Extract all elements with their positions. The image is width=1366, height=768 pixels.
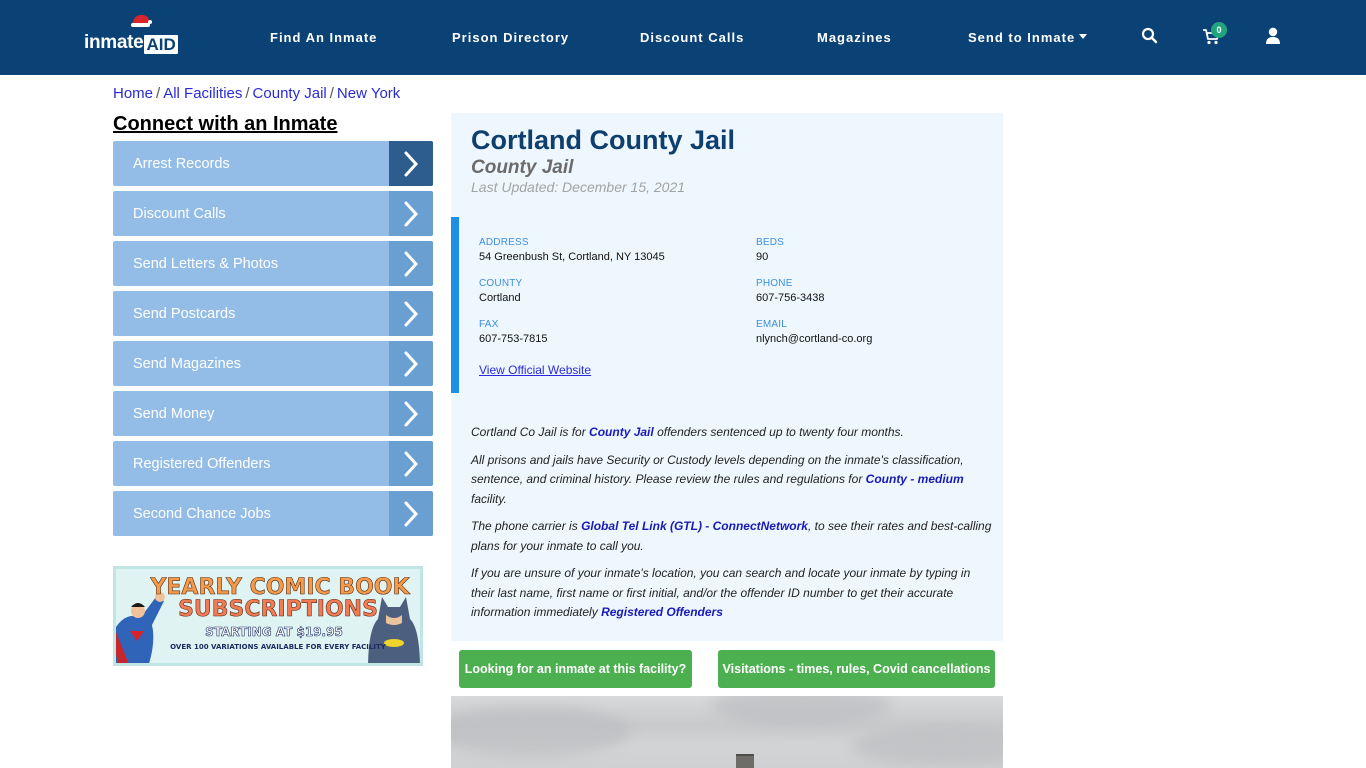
description-paragraph: If you are unsure of your inmate's locat… — [471, 564, 996, 623]
county-jail-link[interactable]: County Jail — [589, 425, 654, 439]
breadcrumb-home[interactable]: Home — [113, 85, 153, 102]
security-level-link[interactable]: County - medium — [866, 472, 964, 486]
chevron-right-icon — [389, 391, 433, 436]
breadcrumb-separator: / — [245, 85, 250, 102]
phone-label: PHONE — [756, 278, 793, 289]
sidebar-item-label: Discount Calls — [133, 205, 226, 222]
visitations-button[interactable]: Visitations - times, rules, Covid cancel… — [718, 650, 995, 688]
cloud-shape — [851, 726, 1003, 766]
chevron-right-icon — [389, 491, 433, 536]
sidebar-item-label: Send Money — [133, 405, 215, 422]
find-inmate-at-facility-button[interactable]: Looking for an inmate at this facility? — [459, 650, 692, 688]
email-field: EMAIL nlynch@cortland-co.org — [756, 319, 872, 345]
sidebar-item-second-chance-jobs[interactable]: Second Chance Jobs — [113, 491, 433, 536]
beds-value: 90 — [756, 251, 769, 263]
last-updated: Last Updated: December 15, 2021 — [471, 179, 686, 195]
comic-subscription-banner[interactable]: YEARLY COMIC BOOK SUBSCRIPTIONS STARTING… — [113, 566, 423, 666]
sidebar-item-label: Arrest Records — [133, 155, 230, 172]
search-icon[interactable] — [1140, 26, 1160, 46]
breadcrumb-all-facilities[interactable]: All Facilities — [163, 85, 242, 102]
sidebar-menu: Arrest Records Discount Calls Send Lette… — [113, 141, 433, 541]
sidebar-item-arrest-records[interactable]: Arrest Records — [113, 141, 433, 186]
chevron-right-icon — [389, 191, 433, 236]
address-field: ADDRESS 54 Greenbush St, Cortland, NY 13… — [479, 237, 665, 263]
nav-prison-directory[interactable]: Prison Directory — [452, 30, 569, 45]
chevron-right-icon — [389, 341, 433, 386]
county-field: COUNTY Cortland — [479, 278, 522, 304]
chevron-right-icon — [389, 141, 433, 186]
facility-description: Cortland Co Jail is for County Jail offe… — [471, 423, 996, 631]
sidebar-item-send-magazines[interactable]: Send Magazines — [113, 341, 433, 386]
nav-discount-calls[interactable]: Discount Calls — [640, 30, 744, 45]
beds-field: BEDS 90 — [756, 237, 784, 263]
county-value: Cortland — [479, 292, 521, 304]
address-label: ADDRESS — [479, 237, 529, 248]
breadcrumb-new-york[interactable]: New York — [337, 85, 400, 102]
beds-label: BEDS — [756, 237, 785, 248]
facility-name: Cortland County Jail — [471, 125, 736, 155]
description-paragraph: The phone carrier is Global Tel Link (GT… — [471, 517, 996, 556]
nav-magazines[interactable]: Magazines — [817, 30, 892, 45]
banner-headline-2: SUBSCRIPTIONS — [178, 597, 378, 623]
nav-send-to-inmate-label: Send to Inmate — [968, 30, 1076, 45]
description-paragraph: Cortland Co Jail is for County Jail offe… — [471, 423, 996, 443]
banner-price: STARTING AT $19.95 — [205, 625, 343, 640]
chevron-right-icon — [389, 441, 433, 486]
logo-accent: AID — [144, 35, 178, 54]
sidebar-item-label: Send Letters & Photos — [133, 255, 279, 272]
facility-photo — [451, 696, 1003, 768]
sidebar-item-label: Registered Offenders — [133, 455, 271, 472]
facility-type: County Jail — [471, 157, 574, 178]
sidebar-title: Connect with an Inmate — [113, 113, 338, 135]
phone-field: PHONE 607-756-3438 — [756, 278, 825, 304]
cloud-shape — [711, 696, 891, 726]
caret-down-icon — [1079, 34, 1088, 40]
breadcrumb-separator: / — [329, 85, 334, 102]
fax-value: 607-753-7815 — [479, 333, 548, 345]
description-text: Cortland Co Jail is for — [471, 425, 590, 439]
chevron-right-icon — [389, 241, 433, 286]
fax-label: FAX — [479, 319, 499, 330]
sidebar-item-registered-offenders[interactable]: Registered Offenders — [113, 441, 433, 486]
sidebar-item-label: Send Postcards — [133, 305, 236, 322]
phone-carrier-link[interactable]: Global Tel Link (GTL) - ConnectNetwork — [581, 519, 808, 533]
banner-tagline: OVER 100 VARIATIONS AVAILABLE FOR EVERY … — [170, 643, 386, 651]
official-website-link[interactable]: View Official Website — [479, 363, 591, 377]
address-value: 54 Greenbush St, Cortland, NY 13045 — [479, 251, 665, 263]
fax-field: FAX 607-753-7815 — [479, 319, 548, 345]
registered-offenders-link[interactable]: Registered Offenders — [601, 605, 723, 619]
breadcrumb-county-jail[interactable]: County Jail — [253, 85, 327, 102]
description-text: facility. — [471, 491, 507, 506]
breadcrumb: Home / All Facilities / County Jail / New York — [113, 85, 400, 102]
description-text: The phone carrier is — [471, 519, 582, 533]
sidebar-item-discount-calls[interactable]: Discount Calls — [113, 191, 433, 236]
cloud-shape — [451, 706, 631, 756]
facility-panel: Cortland County Jail County Jail Last Up… — [451, 113, 1003, 641]
nav-send-to-inmate[interactable]: Send to Inmate — [968, 30, 1088, 45]
description-paragraph: All prisons and jails have Security or C… — [471, 451, 996, 510]
sidebar-item-label: Send Magazines — [133, 355, 242, 372]
user-icon[interactable] — [1263, 26, 1283, 46]
inmateaid-logo[interactable]: inmate AID — [84, 14, 178, 54]
breadcrumb-separator: / — [156, 85, 161, 102]
nav-find-an-inmate[interactable]: Find An Inmate — [270, 30, 377, 45]
sidebar-item-label: Second Chance Jobs — [133, 505, 271, 522]
email-value[interactable]: nlynch@cortland-co.org — [756, 333, 872, 345]
facility-info-box: ADDRESS 54 Greenbush St, Cortland, NY 13… — [451, 217, 1003, 393]
sidebar-item-send-letters-photos[interactable]: Send Letters & Photos — [113, 241, 433, 286]
cart-count-badge: 0 — [1211, 22, 1227, 38]
sidebar-item-send-postcards[interactable]: Send Postcards — [113, 291, 433, 336]
county-label: COUNTY — [479, 278, 523, 289]
logo-text: inmate — [84, 32, 144, 53]
sidebar-item-send-money[interactable]: Send Money — [113, 391, 433, 436]
water-tower-shape — [736, 754, 754, 768]
chevron-right-icon — [389, 291, 433, 336]
description-text: offenders sentenced up to twenty four mo… — [653, 425, 904, 439]
email-label: EMAIL — [756, 319, 788, 330]
phone-value: 607-756-3438 — [756, 292, 825, 304]
santa-hat-icon — [131, 14, 152, 27]
top-navbar: inmate AID Find An Inmate Prison Directo… — [0, 0, 1366, 75]
